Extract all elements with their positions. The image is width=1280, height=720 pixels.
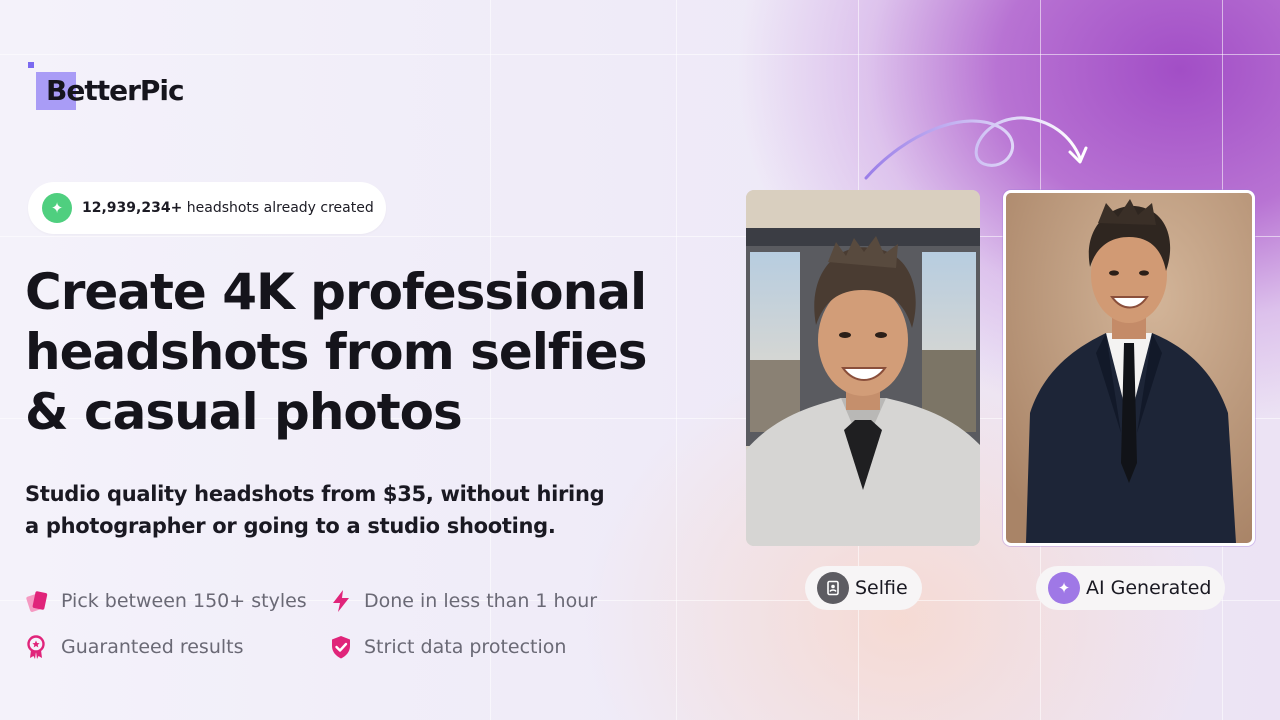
ai-generated-label: AI Generated — [1086, 577, 1212, 599]
feature-label: Strict data protection — [364, 636, 567, 658]
grid-line — [0, 54, 1280, 55]
sparkle-icon: ✦ — [42, 193, 72, 223]
brand-name: BetterPic — [46, 74, 185, 107]
sparkle-icon: ✦ — [1048, 572, 1080, 604]
feature-privacy: Strict data protection — [328, 634, 566, 660]
feature-label: Done in less than 1 hour — [364, 590, 598, 612]
cards-icon — [25, 588, 51, 614]
logo-mark-small — [28, 62, 34, 68]
feature-speed: Done in less than 1 hour — [328, 588, 597, 614]
subheadline-line-1: Studio quality headshots from $35, witho… — [25, 482, 605, 506]
counter-text: 12,939,234+ headshots already created — [82, 200, 374, 216]
headline-line-3: & casual photos — [25, 383, 463, 441]
curved-arrow-icon — [864, 116, 1088, 180]
hero-subheadline: Studio quality headshots from $35, witho… — [25, 478, 645, 542]
counter-count: 12,939,234+ — [82, 200, 183, 216]
headshot-counter-badge: ✦ 12,939,234+ headshots already created — [28, 182, 386, 234]
shield-check-icon — [328, 634, 354, 660]
headline-line-2: headshots from selfies — [25, 323, 647, 381]
feature-guarantee: Guaranteed results — [25, 634, 244, 660]
selfie-label: Selfie — [855, 577, 908, 599]
portrait-icon — [817, 572, 849, 604]
ai-generated-tag: ✦ AI Generated — [1036, 566, 1226, 610]
lightning-icon — [328, 588, 354, 614]
feature-label: Guaranteed results — [61, 636, 244, 658]
feature-styles: Pick between 150+ styles — [25, 588, 307, 614]
selfie-photo — [746, 190, 980, 546]
ai-generated-photo — [1003, 190, 1255, 546]
headline-line-1: Create 4K professional — [25, 263, 647, 321]
subheadline-line-2: a photographer or going to a studio shoo… — [25, 514, 556, 538]
counter-label: headshots already created — [186, 200, 374, 216]
brand-logo[interactable]: BetterPic — [28, 62, 208, 110]
feature-label: Pick between 150+ styles — [61, 590, 307, 612]
hero-headline: Create 4K professional headshots from se… — [25, 262, 685, 442]
selfie-tag: Selfie — [805, 566, 922, 610]
award-ribbon-icon — [25, 634, 51, 660]
